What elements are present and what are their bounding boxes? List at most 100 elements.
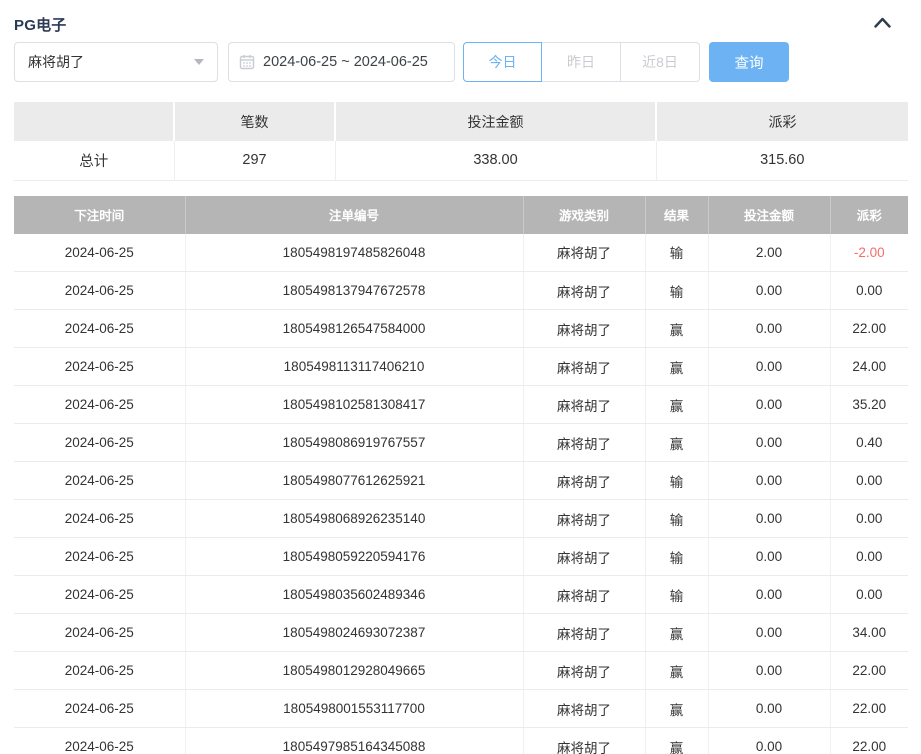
- game-select-value: 麻将胡了: [28, 52, 84, 72]
- table-row: 2024-06-251805497985164345088麻将胡了赢0.0022…: [14, 728, 908, 754]
- table-row: 2024-06-251805498024693072387麻将胡了赢0.0034…: [14, 614, 908, 652]
- cell-result: 赢: [645, 652, 708, 690]
- cell-payout: 22.00: [830, 652, 908, 690]
- cell-bet-amount: 0.00: [708, 386, 830, 424]
- cell-game-type: 麻将胡了: [523, 500, 645, 538]
- cell-bet-time: 2024-06-25: [14, 538, 185, 576]
- cell-bet-id: 1805498001553117700: [185, 690, 523, 728]
- cell-bet-amount: 0.00: [708, 348, 830, 386]
- cell-game-type: 麻将胡了: [523, 462, 645, 500]
- summary-total-label: 总计: [14, 141, 174, 180]
- cell-bet-amount: 0.00: [708, 272, 830, 310]
- table-row: 2024-06-251805498077612625921麻将胡了输0.000.…: [14, 462, 908, 500]
- cell-game-type: 麻将胡了: [523, 272, 645, 310]
- cell-bet-id: 1805498059220594176: [185, 538, 523, 576]
- cell-bet-amount: 0.00: [708, 690, 830, 728]
- yesterday-button[interactable]: 昨日: [542, 42, 621, 82]
- cell-bet-amount: 0.00: [708, 462, 830, 500]
- chevron-up-icon: [874, 15, 891, 33]
- header-game-type: 游戏类别: [523, 196, 645, 234]
- cell-payout: 0.00: [830, 272, 908, 310]
- summary-payout-value: 315.60: [656, 141, 908, 180]
- cell-bet-time: 2024-06-25: [14, 652, 185, 690]
- date-range-value: 2024-06-25 ~ 2024-06-25: [263, 54, 428, 70]
- summary-header-payout: 派彩: [656, 102, 908, 141]
- today-button[interactable]: 今日: [463, 42, 542, 82]
- cell-bet-id: 1805498126547584000: [185, 310, 523, 348]
- cell-result: 赢: [645, 614, 708, 652]
- game-select[interactable]: 麻将胡了: [14, 42, 218, 82]
- cell-result: 输: [645, 576, 708, 614]
- cell-payout: -2.00: [830, 234, 908, 272]
- records-header-row: 下注时间 注单编号 游戏类别 结果 投注金额 派彩: [14, 196, 908, 234]
- cell-bet-time: 2024-06-25: [14, 576, 185, 614]
- cell-bet-id: 1805498137947672578: [185, 272, 523, 310]
- table-row: 2024-06-251805498126547584000麻将胡了赢0.0022…: [14, 310, 908, 348]
- cell-bet-id: 1805498113117406210: [185, 348, 523, 386]
- table-row: 2024-06-251805498035602489346麻将胡了输0.000.…: [14, 576, 908, 614]
- header-result: 结果: [645, 196, 708, 234]
- cell-bet-amount: 0.00: [708, 652, 830, 690]
- cell-bet-time: 2024-06-25: [14, 462, 185, 500]
- cell-bet-amount: 0.00: [708, 576, 830, 614]
- cell-bet-time: 2024-06-25: [14, 728, 185, 754]
- summary-header-row: 笔数 投注金额 派彩: [14, 102, 908, 141]
- cell-bet-amount: 0.00: [708, 728, 830, 754]
- header-payout: 派彩: [830, 196, 908, 234]
- cell-payout: 22.00: [830, 310, 908, 348]
- cell-bet-id: 1805498035602489346: [185, 576, 523, 614]
- cell-payout: 35.20: [830, 386, 908, 424]
- page-title: PG电子: [14, 14, 66, 35]
- filter-bar: 麻将胡了 2024-06-25 ~ 2024-06-25 今日 昨日 近8日: [14, 42, 908, 82]
- cell-bet-time: 2024-06-25: [14, 272, 185, 310]
- cell-bet-id: 1805498012928049665: [185, 652, 523, 690]
- summary-header-bet-amount: 投注金额: [335, 102, 656, 141]
- cell-bet-time: 2024-06-25: [14, 234, 185, 272]
- last-8-days-button[interactable]: 近8日: [621, 42, 700, 82]
- cell-result: 输: [645, 538, 708, 576]
- pg-panel: PG电子 麻将胡了: [0, 0, 921, 754]
- cell-game-type: 麻将胡了: [523, 234, 645, 272]
- cell-result: 输: [645, 234, 708, 272]
- cell-payout: 0.00: [830, 500, 908, 538]
- summary-header-count: 笔数: [174, 102, 335, 141]
- cell-game-type: 麻将胡了: [523, 348, 645, 386]
- summary-table: 笔数 投注金额 派彩 总计 297 338.00 315.60: [14, 102, 908, 181]
- cell-game-type: 麻将胡了: [523, 310, 645, 348]
- cell-payout: 24.00: [830, 348, 908, 386]
- cell-bet-id: 1805498102581308417: [185, 386, 523, 424]
- summary-bet-amount-value: 338.00: [335, 141, 656, 180]
- header-bet-amount: 投注金额: [708, 196, 830, 234]
- cell-payout: 0.40: [830, 424, 908, 462]
- cell-bet-time: 2024-06-25: [14, 500, 185, 538]
- cell-bet-amount: 0.00: [708, 310, 830, 348]
- cell-result: 输: [645, 462, 708, 500]
- cell-result: 赢: [645, 386, 708, 424]
- cell-bet-id: 1805498068926235140: [185, 500, 523, 538]
- table-row: 2024-06-251805498197485826048麻将胡了输2.00-2…: [14, 234, 908, 272]
- cell-result: 赢: [645, 348, 708, 386]
- date-range-picker[interactable]: 2024-06-25 ~ 2024-06-25: [228, 42, 455, 82]
- cell-bet-id: 1805497985164345088: [185, 728, 523, 754]
- cell-result: 赢: [645, 728, 708, 754]
- collapse-button[interactable]: [870, 12, 894, 36]
- cell-bet-time: 2024-06-25: [14, 386, 185, 424]
- search-button[interactable]: 查询: [709, 42, 789, 82]
- table-row: 2024-06-251805498086919767557麻将胡了赢0.000.…: [14, 424, 908, 462]
- table-row: 2024-06-251805498068926235140麻将胡了输0.000.…: [14, 500, 908, 538]
- cell-payout: 22.00: [830, 690, 908, 728]
- cell-game-type: 麻将胡了: [523, 652, 645, 690]
- panel-header: PG电子: [14, 0, 908, 34]
- cell-game-type: 麻将胡了: [523, 424, 645, 462]
- header-bet-time: 下注时间: [14, 196, 185, 234]
- cell-result: 输: [645, 500, 708, 538]
- cell-bet-time: 2024-06-25: [14, 424, 185, 462]
- cell-result: 赢: [645, 424, 708, 462]
- cell-payout: 34.00: [830, 614, 908, 652]
- table-row: 2024-06-251805498137947672578麻将胡了输0.000.…: [14, 272, 908, 310]
- cell-bet-amount: 0.00: [708, 614, 830, 652]
- cell-bet-id: 1805498086919767557: [185, 424, 523, 462]
- cell-bet-amount: 0.00: [708, 500, 830, 538]
- table-row: 2024-06-251805498001553117700麻将胡了赢0.0022…: [14, 690, 908, 728]
- cell-result: 赢: [645, 690, 708, 728]
